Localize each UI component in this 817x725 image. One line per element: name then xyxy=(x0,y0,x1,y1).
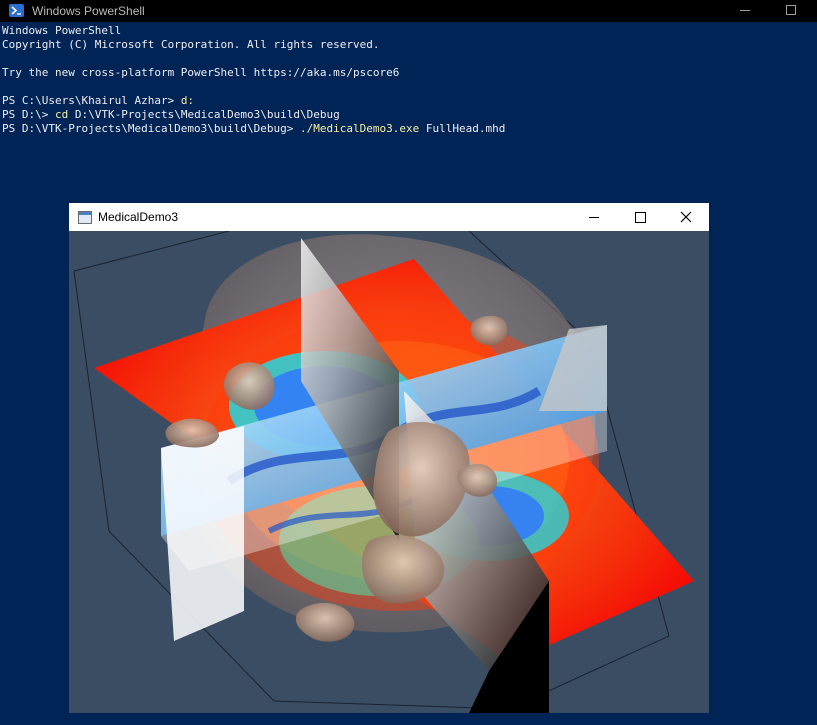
powershell-maximize-button[interactable] xyxy=(770,0,810,22)
powershell-titlebar[interactable]: Windows PowerShell xyxy=(0,0,817,22)
console-text: PS D:\> xyxy=(2,108,55,121)
console-bottom xyxy=(0,713,817,725)
console-line: Copyright (C) Microsoft Corporation. All… xyxy=(2,38,814,52)
console-text: ./MedicalDemo3.exe xyxy=(300,122,420,135)
app-window-icon xyxy=(78,211,92,224)
maximize-button[interactable] xyxy=(617,203,663,231)
medicaldemo3-window[interactable]: MedicalDemo3 xyxy=(69,203,709,713)
medicaldemo3-titlebar[interactable]: MedicalDemo3 xyxy=(69,203,709,231)
console-text: PS D:\VTK-Projects\MedicalDemo3\build\De… xyxy=(2,122,301,135)
console-line: PS D:\VTK-Projects\MedicalDemo3\build\De… xyxy=(2,122,814,136)
console-output[interactable]: Windows PowerShell Copyright (C) Microsof… xyxy=(2,24,814,136)
console-line: Windows PowerShell xyxy=(2,24,814,38)
close-icon xyxy=(680,211,692,223)
console-text: Windows PowerShell xyxy=(2,24,122,37)
close-button[interactable] xyxy=(663,203,709,231)
console-text: Try the new cross-platform PowerShell ht… xyxy=(2,66,400,79)
console-text: Copyright (C) Microsoft Corporation. All… xyxy=(2,38,380,51)
console-text: FullHead.mhd xyxy=(419,122,506,135)
console-line: PS D:\> cd D:\VTK-Projects\MedicalDemo3\… xyxy=(2,108,814,122)
console-text: PS C:\Users\Khairul Azhar> xyxy=(2,94,181,107)
volume-render-scene xyxy=(73,231,694,713)
minimize-button[interactable] xyxy=(571,203,617,231)
console-text: d: xyxy=(180,94,195,107)
powershell-icon xyxy=(9,4,24,17)
powershell-window-title: Windows PowerShell xyxy=(32,4,145,18)
medicaldemo3-window-title: MedicalDemo3 xyxy=(98,210,179,224)
console-text: D:\VTK-Projects\MedicalDemo3\build\Debug xyxy=(68,108,340,121)
console-text: cd xyxy=(54,108,69,121)
render-viewport[interactable] xyxy=(69,231,709,713)
console-line: Try the new cross-platform PowerShell ht… xyxy=(2,66,814,80)
console-line: PS C:\Users\Khairul Azhar> d: xyxy=(2,94,814,108)
powershell-minimize-button[interactable] xyxy=(724,0,764,22)
